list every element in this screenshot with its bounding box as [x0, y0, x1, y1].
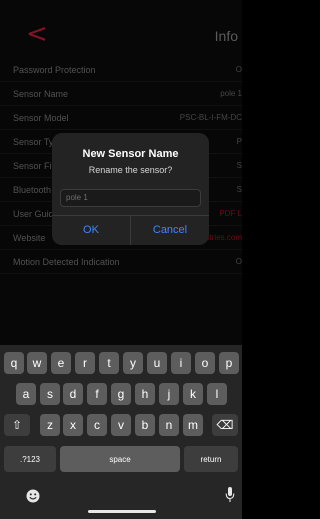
keyboard-row-2: a s d f g h j k l [0, 383, 242, 405]
backspace-key[interactable]: ⌫ [212, 414, 238, 436]
key-e[interactable]: e [51, 352, 71, 374]
keyboard-row-4: .?123 space return [0, 446, 242, 472]
key-i[interactable]: i [171, 352, 191, 374]
key-v[interactable]: v [111, 414, 131, 436]
cancel-button[interactable]: Cancel [131, 215, 209, 245]
key-s[interactable]: s [40, 383, 60, 405]
key-a[interactable]: a [16, 383, 36, 405]
key-l[interactable]: l [207, 383, 227, 405]
key-r[interactable]: r [75, 352, 95, 374]
key-b[interactable]: b [135, 414, 155, 436]
rename-sensor-dialog: New Sensor Name Rename the sensor? pole … [52, 133, 209, 245]
key-x[interactable]: x [63, 414, 83, 436]
key-m[interactable]: m [183, 414, 203, 436]
shift-key[interactable]: ⇧ [4, 414, 30, 436]
key-g[interactable]: g [111, 383, 131, 405]
key-k[interactable]: k [183, 383, 203, 405]
return-key[interactable]: return [184, 446, 238, 472]
key-w[interactable]: w [27, 352, 47, 374]
key-t[interactable]: t [99, 352, 119, 374]
space-key[interactable]: space [60, 446, 180, 472]
dialog-message: Rename the sensor? [88, 165, 173, 175]
home-indicator [88, 510, 156, 513]
key-q[interactable]: q [4, 352, 24, 374]
key-c[interactable]: c [87, 414, 107, 436]
key-n[interactable]: n [159, 414, 179, 436]
key-j[interactable]: j [159, 383, 179, 405]
key-p[interactable]: p [219, 352, 239, 374]
emoji-icon[interactable] [26, 489, 40, 503]
key-f[interactable]: f [87, 383, 107, 405]
key-y[interactable]: y [123, 352, 143, 374]
microphone-icon[interactable] [225, 486, 235, 504]
key-d[interactable]: d [63, 383, 83, 405]
keyboard-row-1: q w e r t y u i o p [0, 352, 242, 374]
ok-button[interactable]: OK [52, 215, 130, 245]
key-o[interactable]: o [195, 352, 215, 374]
key-z[interactable]: z [40, 414, 60, 436]
numbers-key[interactable]: .?123 [4, 446, 56, 472]
key-u[interactable]: u [147, 352, 167, 374]
keyboard-row-3: ⇧ z x c v b n m ⌫ [0, 414, 242, 436]
sensor-name-input[interactable]: pole 1 [60, 189, 201, 207]
key-h[interactable]: h [135, 383, 155, 405]
dialog-title: New Sensor Name [82, 148, 179, 160]
